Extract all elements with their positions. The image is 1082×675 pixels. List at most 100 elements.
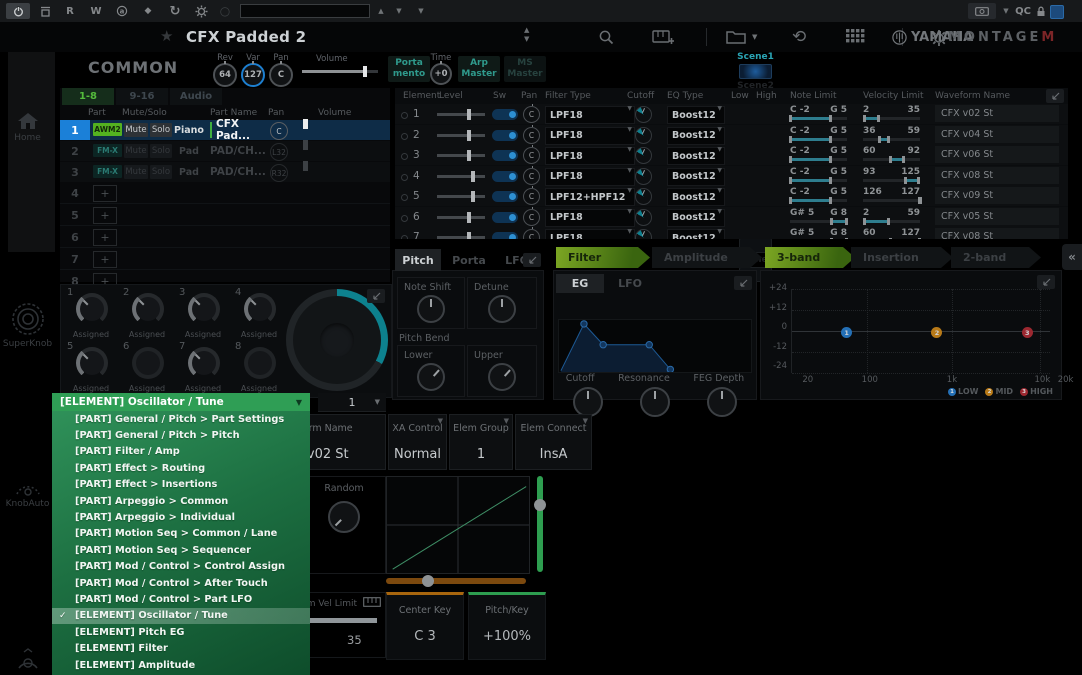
eq-graph[interactable]: 201001k10k20k123 xyxy=(791,289,1050,373)
part-row[interactable]: 1 AWM2 Mute Solo Piano CFX Pad... C xyxy=(60,120,390,140)
element-switch[interactable] xyxy=(492,130,518,141)
resonance-knob[interactable] xyxy=(640,387,670,417)
waveform-name[interactable]: CFX v09 St xyxy=(935,187,1059,204)
menu-item[interactable]: ✓ [ELEMENT] Oscillator / Tune xyxy=(52,608,310,624)
assignable-knob[interactable] xyxy=(188,347,220,379)
cycle-button[interactable]: ↻ xyxy=(164,3,186,19)
element-level-slider[interactable] xyxy=(437,166,485,186)
element-pan-knob[interactable]: C xyxy=(523,229,540,239)
element-pan-knob[interactable]: C xyxy=(523,127,540,144)
screenshot-dropdown-button[interactable]: ▼ xyxy=(1000,3,1012,19)
element-eq-type-select[interactable]: Boost12▼ xyxy=(667,209,725,227)
element-switch[interactable] xyxy=(492,171,518,182)
element-note-limit[interactable]: G# 5 G 8 xyxy=(790,227,847,239)
random-pitch-knob-box[interactable]: Random xyxy=(302,476,386,574)
element-eq-type-select[interactable]: Boost12▼ xyxy=(667,229,725,239)
element-switch[interactable] xyxy=(492,212,518,223)
tab-3-band[interactable]: 3-band xyxy=(765,247,855,268)
tab-porta[interactable]: Porta xyxy=(443,249,495,271)
portamento-time-knob[interactable]: Time +0 xyxy=(424,53,458,85)
element-switch[interactable] xyxy=(492,109,518,120)
element-pan-knob[interactable]: C xyxy=(523,168,540,185)
element-velocity-limit[interactable]: 36 59 xyxy=(863,125,920,145)
menu-item[interactable]: [PART] Motion Seq > Common / Lane xyxy=(52,526,310,542)
element-switch[interactable] xyxy=(492,191,518,202)
common-section-label[interactable]: COMMON xyxy=(88,58,178,77)
elem-group-select[interactable]: Elem Group ▼ 1 xyxy=(449,414,513,470)
menu-item[interactable]: [PART] Mod / Control > Control Assign xyxy=(52,559,310,575)
screenshot-button[interactable] xyxy=(968,3,996,19)
element-note-limit[interactable]: C -2 G 5 xyxy=(790,125,847,145)
element-cutoff-knob[interactable] xyxy=(635,106,652,123)
solo-button[interactable]: Solo xyxy=(150,144,172,158)
tab-filter[interactable]: Filter xyxy=(556,247,650,268)
waveform-name[interactable]: CFX v08 St xyxy=(935,167,1059,184)
mute-button[interactable]: Mute xyxy=(124,123,148,137)
assignable-knob[interactable] xyxy=(76,347,108,379)
element-cutoff-knob[interactable] xyxy=(635,147,652,164)
part-pan-knob[interactable]: R32 xyxy=(270,164,288,182)
pitch-bend-upper-knob[interactable]: Upper xyxy=(467,345,537,397)
feg-depth-knob[interactable] xyxy=(707,387,737,417)
sidebar-item-superknob[interactable]: SuperKnob xyxy=(0,302,55,349)
menu-item[interactable]: [PART] General / Pitch > Pitch xyxy=(52,427,310,443)
waveform-name[interactable]: CFX v04 St xyxy=(935,126,1059,143)
xa-control-select[interactable]: XA Control ▼ Normal xyxy=(388,414,447,470)
add-part-button[interactable]: + xyxy=(93,185,117,202)
part-pan-knob[interactable]: L32 xyxy=(270,143,288,161)
sidebar-item-knobauto[interactable]: KnobAuto xyxy=(0,476,55,509)
sidebar-item-home[interactable]: Home xyxy=(0,112,55,143)
browse-dropdown-button[interactable]: ▼ xyxy=(752,33,757,41)
overdub-button[interactable] xyxy=(34,3,56,19)
assignable-knob[interactable] xyxy=(132,293,164,325)
expand-pitch-button[interactable] xyxy=(523,253,541,267)
center-key-box[interactable]: Center Key C 3 xyxy=(386,592,464,660)
pitch-key-box[interactable]: Pitch/Key +100% xyxy=(468,592,546,660)
element-pan-knob[interactable]: C xyxy=(523,106,540,123)
store-preset-button[interactable] xyxy=(652,29,674,45)
part-row[interactable]: 2 FM-X Mute Solo Pad PAD/CH... L32 xyxy=(60,141,390,161)
element-row[interactable]: 7 C LPF18▼ Boost12▼ G# 5 G 8 60 127 CFX … xyxy=(395,227,1068,239)
center-key-slider[interactable] xyxy=(386,578,526,584)
menu-item[interactable]: [PART] Motion Seq > Sequencer xyxy=(52,542,310,558)
element-eq-type-select[interactable]: Boost12▼ xyxy=(667,147,725,165)
ms-master-button[interactable]: MSMaster xyxy=(504,56,546,82)
element-note-limit[interactable]: C -2 G 5 xyxy=(790,104,847,124)
menu-item[interactable]: [ELEMENT] Filter xyxy=(52,640,310,656)
snapshot-button[interactable]: ◆ xyxy=(138,3,158,19)
element-note-limit[interactable]: C -2 G 5 xyxy=(790,145,847,165)
element-cutoff-knob[interactable] xyxy=(635,209,652,226)
tab-amplitude[interactable]: Amplitude xyxy=(652,247,762,268)
tab-insertion[interactable]: Insertion xyxy=(851,247,953,268)
element-level-slider[interactable] xyxy=(437,104,485,124)
element-note-limit[interactable]: G# 5 G 8 xyxy=(790,207,847,227)
element-level-slider[interactable] xyxy=(437,145,485,165)
element-cutoff-knob[interactable] xyxy=(635,168,652,185)
element-note-limit[interactable]: C -2 G 5 xyxy=(790,166,847,186)
super-knob[interactable] xyxy=(286,289,388,391)
filter-eg-graph[interactable] xyxy=(558,319,752,373)
element-row[interactable]: 3 C LPF18▼ Boost12▼ C -2 G 5 60 92 CFX v… xyxy=(395,145,1068,165)
element-cutoff-knob[interactable] xyxy=(635,127,652,144)
menu-item[interactable]: [ELEMENT] Amplitude xyxy=(52,657,310,673)
solo-button[interactable]: Solo xyxy=(150,165,172,179)
element-velocity-limit[interactable]: 126 127 xyxy=(863,186,920,206)
common-volume-slider[interactable] xyxy=(302,70,378,73)
expand-eq-button[interactable] xyxy=(1037,275,1055,289)
element-row[interactable]: 4 C LPF18▼ Boost12▼ C -2 G 5 93 125 CFX … xyxy=(395,166,1068,186)
menu-item[interactable]: [PART] Mod / Control > Part LFO xyxy=(52,591,310,607)
arp-master-button[interactable]: ArpMaster xyxy=(458,56,500,82)
spin-up-button[interactable]: ▲ xyxy=(374,3,388,19)
element-level-slider[interactable] xyxy=(437,186,485,206)
element-velocity-limit[interactable]: 2 35 xyxy=(863,104,920,124)
tab-filter-eg[interactable]: EG xyxy=(556,274,604,293)
part-row[interactable]: 3 FM-X Mute Solo Pad PAD/CH... R32 xyxy=(60,162,390,182)
element-eq-type-select[interactable]: Boost12▼ xyxy=(667,168,725,186)
element-velocity-limit[interactable]: 60 92 xyxy=(863,145,920,165)
tab-parts-1-8[interactable]: 1-8 xyxy=(62,88,114,105)
expand-filter-button[interactable] xyxy=(734,276,752,290)
menu-item[interactable]: [PART] General / Pitch > Part Settings xyxy=(52,411,310,427)
pitch-key-curve-graph[interactable] xyxy=(386,476,530,574)
scene-button[interactable] xyxy=(739,64,772,79)
assignable-knob[interactable] xyxy=(188,293,220,325)
